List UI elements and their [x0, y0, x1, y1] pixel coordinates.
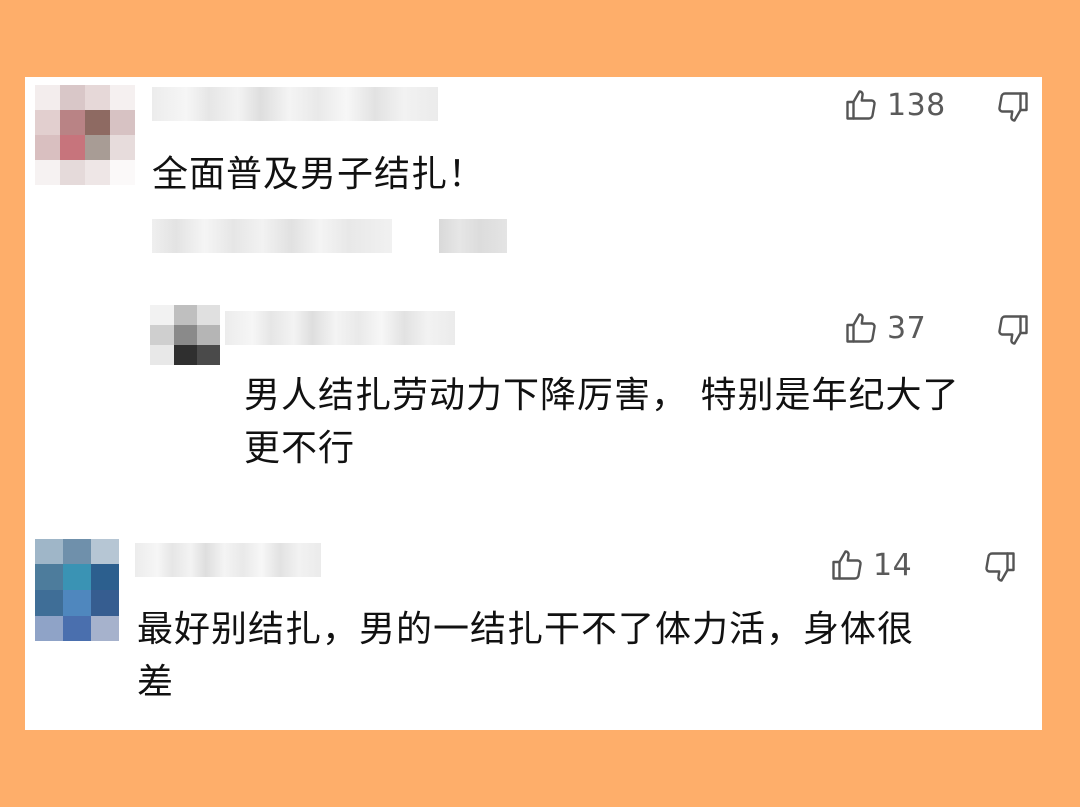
thumbs-down-icon[interactable] — [995, 89, 1031, 125]
like-button[interactable]: 14 — [829, 547, 912, 583]
reply-button-blurred[interactable] — [439, 219, 507, 253]
avatar[interactable] — [35, 85, 135, 185]
thumbs-down-icon[interactable] — [995, 312, 1031, 348]
comment-text: 全面普及男子结扎！ — [152, 154, 486, 195]
like-count: 14 — [873, 547, 913, 583]
username-blurred[interactable] — [152, 87, 438, 121]
like-button[interactable]: 37 — [843, 310, 926, 346]
thumbs-up-icon — [846, 313, 876, 343]
comment-card: 138 全面普及男子结扎！ 37 男人结扎劳动力下降厉害， 特别是年纪大了 更不… — [25, 77, 1042, 730]
thumbs-up-icon — [832, 550, 862, 580]
comment-meta-blurred — [152, 219, 392, 253]
comment-text: 男人结扎劳动力下降厉害， 特别是年纪大了 更不行 — [244, 375, 960, 469]
like-button[interactable]: 138 — [843, 87, 946, 123]
thumbs-up-icon — [846, 90, 876, 120]
like-count: 37 — [887, 310, 927, 346]
thumbs-down-icon[interactable] — [982, 549, 1018, 585]
username-blurred[interactable] — [225, 311, 455, 345]
like-count: 138 — [887, 87, 946, 123]
comment-text: 最好别结扎，男的一结扎干不了体力活，身体很 差 — [137, 609, 915, 703]
username-blurred[interactable] — [135, 543, 321, 577]
avatar[interactable] — [150, 305, 220, 365]
avatar[interactable] — [35, 539, 119, 641]
